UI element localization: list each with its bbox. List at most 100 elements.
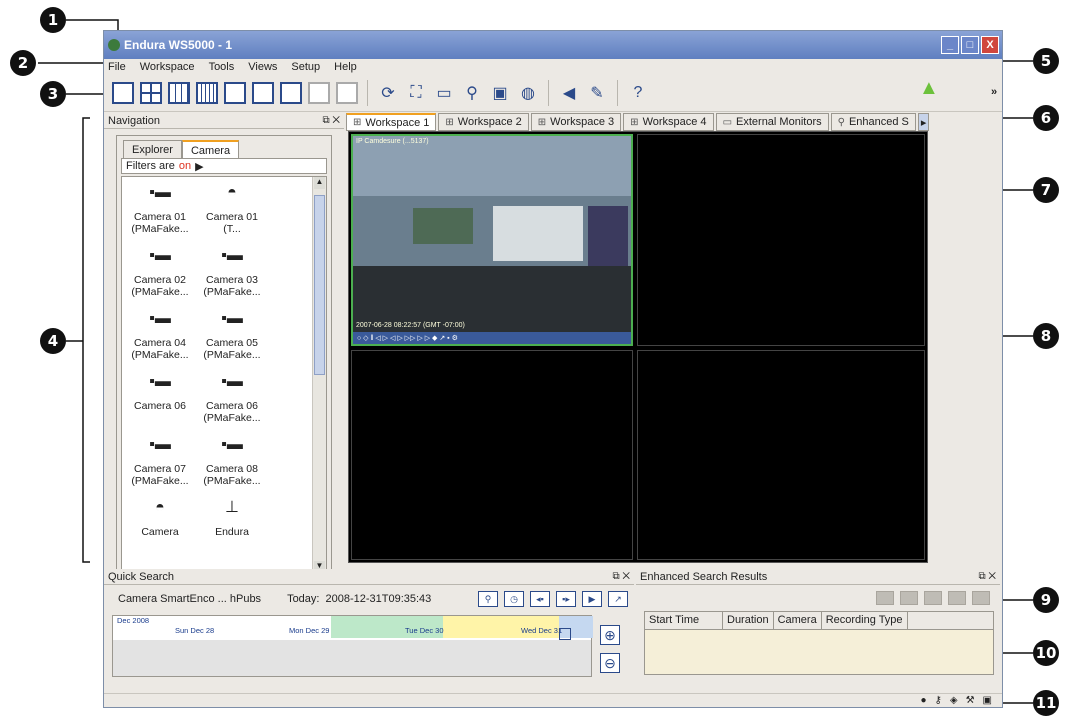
panel-float-close-icon[interactable]: ⧉ ✕ <box>322 115 344 126</box>
menu-help[interactable]: Help <box>334 61 357 73</box>
column-camera[interactable]: Camera <box>774 612 822 629</box>
print-icon[interactable] <box>948 591 966 605</box>
search-clock-icon[interactable]: ◷ <box>504 591 524 607</box>
toolbar-overflow-button[interactable]: » <box>991 86 997 98</box>
tools-icon[interactable]: ⚒ <box>966 695 975 706</box>
layout-disabled-icon[interactable] <box>336 81 358 104</box>
camera-label: Camera 05 (PMaFake... <box>203 337 261 361</box>
video-controls-icons[interactable]: ○ ◇ ‖ ◁ ▷ ◁ ▷ ▷▷ ▷ ▷ ◆ ↗ ▪ ⚙ <box>357 334 458 342</box>
camera-item[interactable]: ⊥ Endura <box>198 496 266 559</box>
speaker-icon[interactable]: ◀ <box>558 82 580 104</box>
tab-workspace-1[interactable]: ⊞ Workspace 1 <box>346 113 437 131</box>
menu-file[interactable]: File <box>108 61 126 73</box>
video-controls[interactable]: ○ ◇ ‖ ◁ ▷ ◁ ▷ ▷▷ ▷ ▷ ◆ ↗ ▪ ⚙ <box>353 332 631 344</box>
panel-float-close-icon[interactable]: ⧉ ✕ <box>612 571 634 582</box>
capture-icon[interactable]: ▣ <box>489 82 511 104</box>
title-bar[interactable]: Endura WS5000 - 1 _ □ X <box>104 31 1002 59</box>
camera-item[interactable]: ▪▬ Camera 04 (PMaFake... <box>126 307 194 370</box>
lock-icon[interactable] <box>876 591 894 605</box>
camera-item[interactable]: ▪▬ Camera 08 (PMaFake... <box>198 433 266 496</box>
timeline[interactable]: Dec 2008 Sun Dec 28 Mon Dec 29 Tue Dec 3… <box>112 615 593 677</box>
tab-camera[interactable]: Camera <box>181 140 240 158</box>
menu-workspace[interactable]: Workspace <box>140 61 195 73</box>
play-icon[interactable] <box>900 591 918 605</box>
tab-label: Workspace 3 <box>550 116 615 128</box>
tab-workspace-2[interactable]: ⊞ Workspace 2 <box>438 113 529 131</box>
bell-icon[interactable]: ▲ <box>919 77 939 100</box>
tab-explorer[interactable]: Explorer <box>123 140 182 158</box>
menu-tools[interactable]: Tools <box>209 61 235 73</box>
layout-3x3-icon[interactable] <box>168 81 190 104</box>
callout-1: 1 <box>40 7 66 33</box>
zoom-out-button[interactable]: ⊖ <box>600 653 620 673</box>
tab-label: External Monitors <box>736 116 822 128</box>
export-icon[interactable] <box>924 591 942 605</box>
layout-2x2-icon[interactable] <box>140 81 162 104</box>
search-camera-icon[interactable]: ⚲ <box>478 591 498 607</box>
camera-item[interactable]: ▪▬ Camera 02 (PMaFake... <box>126 244 194 307</box>
tab-workspace-3[interactable]: ⊞ Workspace 3 <box>530 113 622 131</box>
camera-item[interactable]: ▪▬ Camera 03 (PMaFake... <box>198 244 266 307</box>
layout-1x1-icon[interactable] <box>112 81 134 104</box>
layout-1plus7-icon[interactable] <box>252 81 274 104</box>
dome-camera-icon: ◓ <box>227 184 237 201</box>
layout-1plus12-icon[interactable] <box>280 81 302 104</box>
step-forward-icon[interactable]: ▪▸ <box>556 591 576 607</box>
globe-icon[interactable]: ◍ <box>517 82 539 104</box>
video-pane-empty[interactable] <box>637 350 925 560</box>
quick-search-panel: Quick Search ⧉ ✕ Camera SmartEnco ... hP… <box>104 569 634 699</box>
panel-float-close-icon[interactable]: ⧉ ✕ <box>978 571 1000 582</box>
help-icon[interactable]: ? <box>627 82 649 104</box>
tab-external-monitors[interactable]: ▭ External Monitors <box>715 113 829 131</box>
timeline-day-label: Mon Dec 29 <box>289 626 330 635</box>
endura-device-icon: ⊥ <box>225 499 239 516</box>
menu-setup[interactable]: Setup <box>291 61 320 73</box>
minimize-button[interactable]: _ <box>941 36 959 54</box>
column-recording-type[interactable]: Recording Type <box>822 612 908 629</box>
timeline-day-label: Sun Dec 28 <box>175 626 215 635</box>
play-icon[interactable]: ▶ <box>582 591 602 607</box>
scroll-up-icon[interactable]: ▲ <box>314 177 325 189</box>
search-icon[interactable]: ⚲ <box>461 82 483 104</box>
video-pane-empty[interactable] <box>637 134 925 346</box>
export-icon[interactable]: ↗ <box>608 591 628 607</box>
tab-workspace-4[interactable]: ⊞ Workspace 4 <box>623 113 714 131</box>
fit-icon[interactable]: ⛶ <box>405 82 427 104</box>
edit-icon[interactable] <box>972 591 990 605</box>
layout-1plus5-icon[interactable] <box>224 81 246 104</box>
callout-2: 2 <box>10 50 36 76</box>
filters-expand-icon[interactable]: ▶ <box>195 160 203 173</box>
column-start-time[interactable]: Start Time <box>645 612 723 629</box>
maximize-button[interactable]: □ <box>961 36 979 54</box>
tab-scroll-right-icon[interactable]: ▸ <box>917 113 930 131</box>
camera-item[interactable]: ▪▬ Camera 07 (PMaFake... <box>126 433 194 496</box>
video-grid: IP Camdesure (...5137) 2007-06-28 08:22:… <box>348 131 928 563</box>
camera-item[interactable]: ◓ Camera <box>126 496 194 559</box>
close-button[interactable]: X <box>981 36 999 54</box>
zoom-in-button[interactable]: ⊕ <box>600 625 620 645</box>
camera-item[interactable]: ▪▬ Camera 06 (PMaFake... <box>198 370 266 433</box>
camera-item[interactable]: ◓ Camera 01 (T... <box>198 181 266 244</box>
tab-enhanced-search[interactable]: ⚲ Enhanced S <box>830 113 916 131</box>
video-pane-empty[interactable] <box>351 350 633 560</box>
playback-icon[interactable]: ⟳ <box>377 82 399 104</box>
camera-item[interactable]: ▪▬ Camera 05 (PMaFake... <box>198 307 266 370</box>
menu-views[interactable]: Views <box>248 61 277 73</box>
monitor-icon[interactable]: ▭ <box>433 82 455 104</box>
video-pane-live[interactable]: IP Camdesure (...5137) 2007-06-28 08:22:… <box>351 134 633 346</box>
camera-item[interactable]: ▪▬ Camera 06 <box>126 370 194 433</box>
timeline-cursor[interactable] <box>559 628 571 640</box>
person-icon: ● <box>920 695 927 706</box>
step-back-icon[interactable]: ◂▪ <box>530 591 550 607</box>
grid-icon: ⊞ <box>445 116 454 128</box>
toolbar: ⟳ ⛶ ▭ ⚲ ▣ ◍ ◀ ✎ ? <box>104 74 1002 112</box>
window-icon[interactable]: ▣ <box>983 695 992 706</box>
column-duration[interactable]: Duration <box>723 612 774 629</box>
filters-bar[interactable]: Filters are on ▶ <box>121 158 327 174</box>
layout-4x4-icon[interactable] <box>196 81 218 104</box>
scrollbar-thumb[interactable] <box>314 195 325 375</box>
camera-item[interactable]: ▪▬ Camera 01 (PMaFake... <box>126 181 194 244</box>
camera-list-scrollbar[interactable]: ▲ ▼ <box>312 177 326 573</box>
layout-disabled-icon[interactable] <box>308 81 330 104</box>
wrench-icon[interactable]: ✎ <box>586 82 608 104</box>
